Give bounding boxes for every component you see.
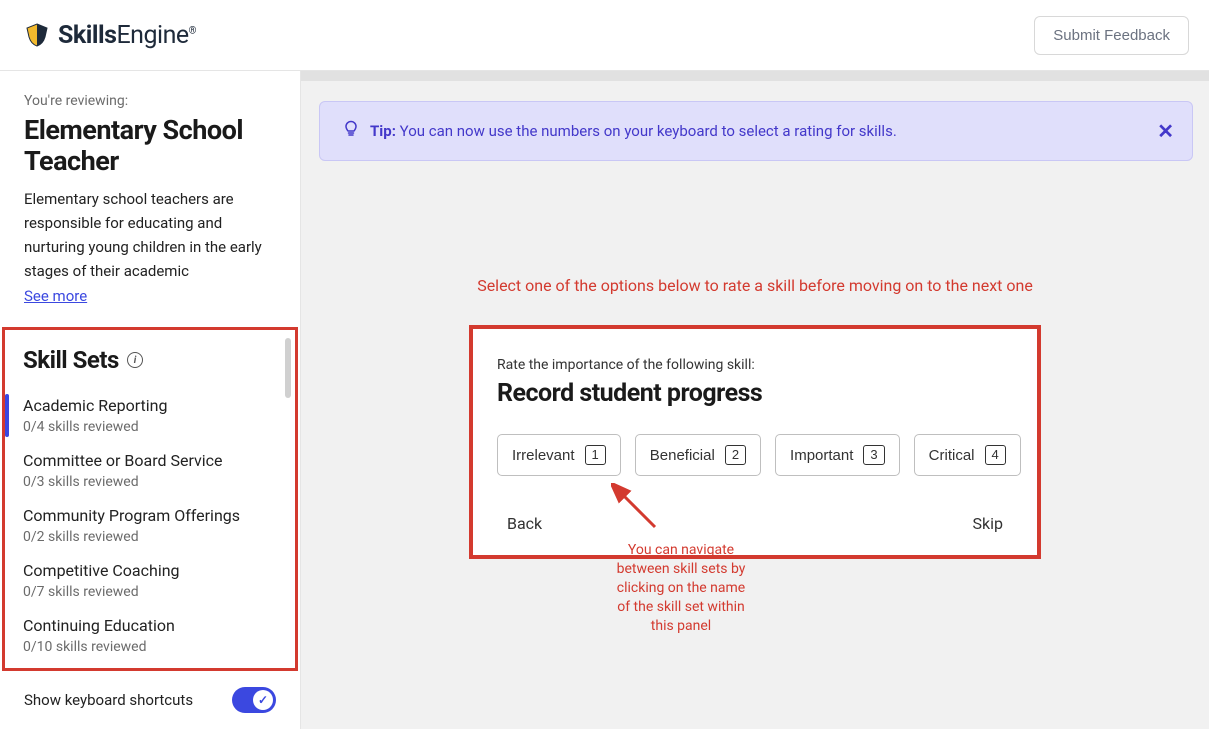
rating-option-label: Critical <box>929 447 975 464</box>
scrollbar[interactable] <box>285 338 291 398</box>
progress-bar-track <box>301 71 1209 81</box>
rating-option-irrelevant[interactable]: Irrelevant 1 <box>497 434 621 476</box>
rating-option-beneficial[interactable]: Beneficial 2 <box>635 434 761 476</box>
skillset-name: Competitive Coaching <box>23 561 277 580</box>
sidebar: You're reviewing: Elementary School Teac… <box>0 71 301 729</box>
shield-icon <box>24 22 50 48</box>
current-skill-title: Record student progress <box>497 379 1013 408</box>
rating-option-critical[interactable]: Critical 4 <box>914 434 1021 476</box>
keyboard-key-badge: 2 <box>725 445 746 465</box>
keyboard-key-badge: 4 <box>985 445 1006 465</box>
check-icon: ✓ <box>258 693 268 707</box>
keyboard-shortcuts-row: Show keyboard shortcuts ✓ <box>0 671 300 729</box>
job-description: Elementary school teachers are responsib… <box>24 187 276 283</box>
toggle-knob: ✓ <box>253 690 273 710</box>
sidebar-item-skillset[interactable]: Competitive Coaching 0/7 skills reviewed <box>23 555 277 610</box>
skill-sets-heading: Skill Sets i <box>23 346 277 374</box>
submit-feedback-button[interactable]: Submit Feedback <box>1034 16 1189 55</box>
main-content: Tip: You can now use the numbers on your… <box>301 71 1209 729</box>
skillset-progress: 0/3 skills reviewed <box>23 474 277 490</box>
rating-option-label: Beneficial <box>650 447 715 464</box>
skillset-progress: 0/4 skills reviewed <box>23 419 277 435</box>
skill-sets-panel: Skill Sets i Academic Reporting 0/4 skill… <box>2 327 298 671</box>
annotation-text: You can navigate between skill sets by c… <box>611 541 751 635</box>
skillset-name: Committee or Board Service <box>23 451 277 470</box>
brand-text: SkillsEngine® <box>58 21 196 50</box>
skip-button[interactable]: Skip <box>973 514 1003 533</box>
skillset-progress: 0/7 skills reviewed <box>23 584 277 600</box>
keyboard-shortcuts-label: Show keyboard shortcuts <box>24 691 193 709</box>
keyboard-key-badge: 3 <box>863 445 884 465</box>
sidebar-item-skillset[interactable]: Academic Reporting 0/4 skills reviewed <box>23 390 277 445</box>
sidebar-item-skillset[interactable]: Community Program Offerings 0/2 skills re… <box>23 500 277 555</box>
reviewing-label: You're reviewing: <box>24 93 276 109</box>
rating-card: Rate the importance of the following ski… <box>469 325 1041 559</box>
validation-message: Select one of the options below to rate … <box>301 276 1209 295</box>
keyboard-key-badge: 1 <box>585 445 606 465</box>
sidebar-item-skillset[interactable]: Continuing Education 0/10 skills reviewed <box>23 610 277 665</box>
close-icon[interactable]: ✕ <box>1157 119 1174 143</box>
annotation-arrow-icon <box>611 483 661 533</box>
job-title: Elementary School Teacher <box>24 115 276 177</box>
skillset-progress: 0/2 skills reviewed <box>23 529 277 545</box>
sidebar-item-skillset[interactable]: Committee or Board Service 0/3 skills rev… <box>23 445 277 500</box>
rating-option-important[interactable]: Important 3 <box>775 434 900 476</box>
rating-option-label: Important <box>790 447 853 464</box>
tip-label: Tip: <box>370 122 396 140</box>
skillset-name: Community Program Offerings <box>23 506 277 525</box>
brand-logo: SkillsEngine® <box>24 21 196 50</box>
skillset-name: Continuing Education <box>23 616 277 635</box>
rating-option-label: Irrelevant <box>512 447 575 464</box>
see-more-link[interactable]: See more <box>24 287 87 305</box>
app-header: SkillsEngine® Submit Feedback <box>0 0 1209 71</box>
skillset-name: Academic Reporting <box>23 396 277 415</box>
rate-prompt: Rate the importance of the following ski… <box>497 357 1013 373</box>
tip-text: You can now use the numbers on your keyb… <box>400 122 897 140</box>
skillset-progress: 0/10 skills reviewed <box>23 639 277 655</box>
tip-banner: Tip: You can now use the numbers on your… <box>319 101 1193 161</box>
lightbulb-icon <box>342 120 360 142</box>
info-icon[interactable]: i <box>127 352 143 368</box>
keyboard-shortcuts-toggle[interactable]: ✓ <box>232 687 276 713</box>
back-button[interactable]: Back <box>507 514 542 533</box>
